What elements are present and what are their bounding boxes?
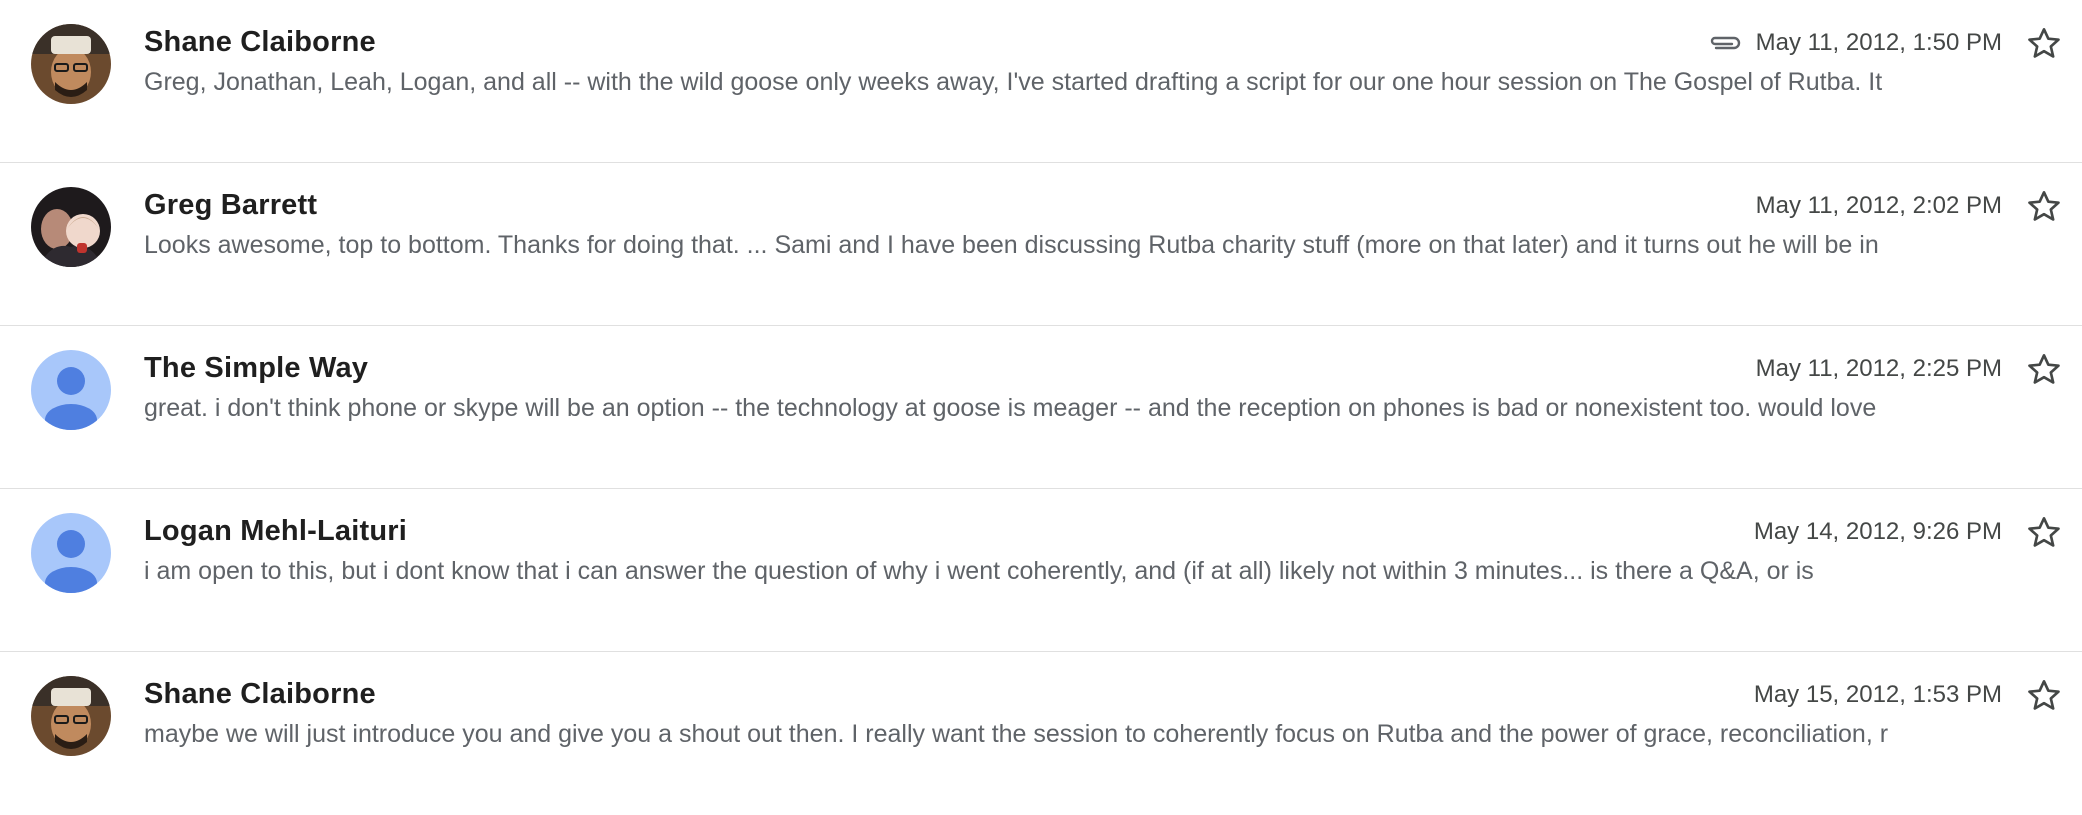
star-outline-icon[interactable] bbox=[2024, 24, 2064, 64]
avatar[interactable] bbox=[31, 350, 111, 430]
sender-name: Greg Barrett bbox=[144, 189, 318, 221]
message-snippet: Greg, Jonathan, Leah, Logan, and all -- … bbox=[144, 68, 1883, 96]
message-row[interactable]: Greg Barrett Looks awesome, top to botto… bbox=[0, 163, 2082, 326]
message-row[interactable]: Logan Mehl-Laituri i am open to this, bu… bbox=[0, 489, 2082, 652]
message-date: May 14, 2012, 9:26 PM bbox=[1753, 518, 2002, 545]
message-row[interactable]: The Simple Way great. i don't think phon… bbox=[0, 326, 2082, 489]
avatar[interactable] bbox=[31, 187, 111, 267]
message-snippet: great. i don't think phone or skype will… bbox=[144, 394, 1877, 422]
message-date: May 15, 2012, 1:53 PM bbox=[1753, 681, 2002, 708]
sender-name: The Simple Way bbox=[144, 352, 369, 384]
message-snippet: Looks awesome, top to bottom. Thanks for… bbox=[144, 231, 1879, 259]
message-date: May 11, 2012, 2:25 PM bbox=[1755, 355, 2002, 382]
message-date: May 11, 2012, 1:50 PM bbox=[1755, 29, 2002, 56]
avatar[interactable] bbox=[31, 513, 111, 593]
message-meta: May 14, 2012, 9:26 PM bbox=[1754, 518, 2002, 546]
star-outline-icon[interactable] bbox=[2024, 513, 2064, 553]
message-row[interactable]: Shane Claiborne maybe we will just intro… bbox=[0, 652, 2082, 815]
message-snippet: i am open to this, but i dont know that … bbox=[144, 557, 1814, 585]
message-date: May 11, 2012, 2:02 PM bbox=[1755, 192, 2002, 219]
message-meta: May 15, 2012, 1:53 PM bbox=[1754, 681, 2002, 709]
avatar[interactable] bbox=[31, 24, 111, 104]
sender-name: Shane Claiborne bbox=[144, 678, 376, 710]
star-outline-icon[interactable] bbox=[2024, 187, 2064, 227]
message-meta: May 11, 2012, 2:02 PM bbox=[1756, 192, 2002, 220]
sender-name: Logan Mehl-Laituri bbox=[144, 515, 407, 547]
paperclip-icon bbox=[1708, 32, 1742, 54]
star-outline-icon[interactable] bbox=[2024, 350, 2064, 390]
message-meta: May 11, 2012, 2:25 PM bbox=[1756, 355, 2002, 383]
message-snippet: maybe we will just introduce you and giv… bbox=[144, 720, 1889, 748]
avatar[interactable] bbox=[31, 676, 111, 756]
star-outline-icon[interactable] bbox=[2024, 676, 2064, 716]
message-row[interactable]: Shane Claiborne Greg, Jonathan, Leah, Lo… bbox=[0, 0, 2082, 163]
sender-name: Shane Claiborne bbox=[144, 26, 376, 58]
message-meta: May 11, 2012, 1:50 PM bbox=[1708, 29, 2002, 57]
message-thread: Shane Claiborne Greg, Jonathan, Leah, Lo… bbox=[0, 0, 2082, 784]
